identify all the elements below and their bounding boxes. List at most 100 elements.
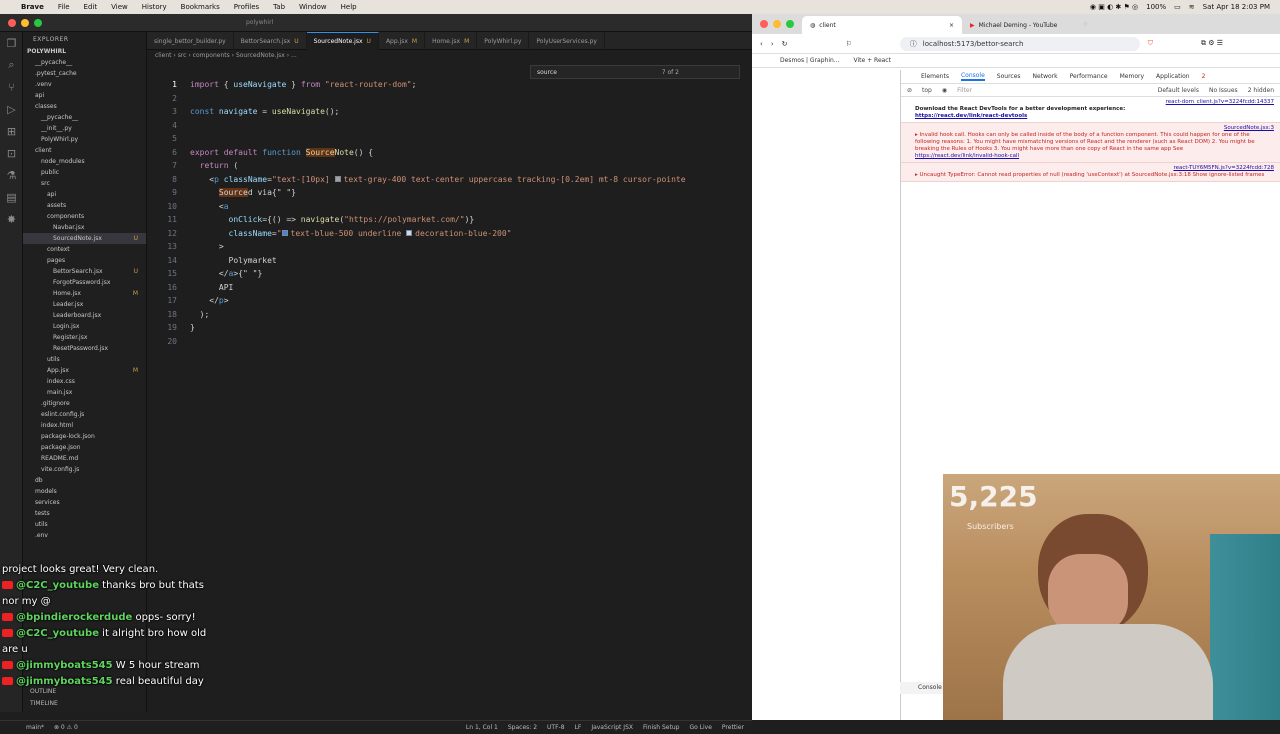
code-line[interactable]: 15 </a>{" "}	[147, 267, 752, 281]
devtools-tab[interactable]: Console	[960, 72, 985, 81]
timeline-section[interactable]: TIMELINE	[30, 700, 58, 707]
code-line[interactable]: 4	[147, 119, 752, 133]
bookmark-icon[interactable]: ⚐	[846, 40, 852, 48]
console-message[interactable]: react-TUY6M5FN.js?v=3224fcdd:728 ▸ Uncaug…	[901, 163, 1280, 182]
tree-item[interactable]: models	[23, 486, 146, 497]
tree-item[interactable]: README.md	[23, 453, 146, 464]
explorer-icon[interactable]: ❐	[0, 32, 23, 54]
devtools-tab[interactable]: Memory	[1120, 73, 1144, 80]
source-control-icon[interactable]: ⑂	[0, 76, 23, 98]
menu-profiles[interactable]: Profiles	[227, 3, 266, 11]
tree-item[interactable]: utils	[23, 519, 146, 530]
line-ending[interactable]: LF	[575, 724, 582, 731]
tree-item[interactable]: classes	[23, 101, 146, 112]
console-source-link[interactable]: SourcedNote.jsx:3	[1224, 125, 1274, 132]
extensions-toolbar-icon[interactable]: ⧉ ⚙ ☰	[1201, 39, 1223, 48]
code-line[interactable]: 20	[147, 335, 752, 349]
tree-item[interactable]: services	[23, 497, 146, 508]
browser-close-button[interactable]	[760, 20, 768, 28]
code-line[interactable]: 13 >	[147, 240, 752, 254]
problems-count[interactable]: ⊗ 0 ⚠ 0	[44, 724, 78, 731]
tree-item[interactable]: index.html	[23, 420, 146, 431]
run-debug-icon[interactable]: ▷	[0, 98, 23, 120]
code-line[interactable]: 19}	[147, 321, 752, 335]
code-line[interactable]: 14 Polymarket	[147, 254, 752, 268]
tree-item[interactable]: public	[23, 167, 146, 178]
extensions-icon[interactable]: ⊞	[0, 120, 23, 142]
tree-item[interactable]: .venv	[23, 79, 146, 90]
battery-icon[interactable]: ▭	[1174, 3, 1181, 11]
menubar-datetime[interactable]: Sat Apr 18 2:03 PM	[1203, 3, 1270, 11]
search-icon[interactable]: ⌕	[0, 54, 23, 76]
url-field[interactable]: ⓘ localhost:5173/bettor-search	[899, 36, 1140, 51]
code-line[interactable]: 10 <a	[147, 200, 752, 214]
prettier[interactable]: Prettier	[722, 724, 744, 731]
zoom-window-button[interactable]	[34, 19, 42, 27]
code-line[interactable]: 17 </p>	[147, 294, 752, 308]
console-doc-link[interactable]: https://react.dev/link/invalid-hook-call	[915, 153, 1019, 159]
language-mode[interactable]: JavaScript JSX	[591, 724, 633, 731]
reload-icon[interactable]: ↻	[782, 40, 788, 48]
tree-item[interactable]: Leader.jsx	[23, 299, 146, 310]
devtools-error-badge[interactable]: 2	[1202, 73, 1206, 80]
status-icons[interactable]: ◉ ▣ ◐ ✱ ⚑ ◎	[1090, 3, 1138, 11]
menu-tab[interactable]: Tab	[266, 3, 292, 11]
bookmark-vite[interactable]: Vite + React	[854, 57, 891, 64]
editor-tab[interactable]: PolyWhirl.py	[477, 32, 530, 50]
filter-input[interactable]: Filter	[957, 87, 1077, 94]
settings-icon[interactable]: ✸	[0, 208, 23, 230]
tree-item[interactable]: src	[23, 178, 146, 189]
console-drawer-tab[interactable]: Console	[900, 682, 943, 694]
editor-tab[interactable]: App.jsx M	[379, 32, 426, 50]
browser-tab-youtube[interactable]: ▶ Michael Deming - YouTube	[962, 16, 1065, 34]
code-line[interactable]: 18 );	[147, 308, 752, 322]
devtools-tab[interactable]: Sources	[997, 73, 1021, 80]
tree-item[interactable]: App.jsx M	[23, 365, 146, 376]
code-line[interactable]: 5	[147, 132, 752, 146]
tree-item[interactable]: context	[23, 244, 146, 255]
finish-setup[interactable]: Finish Setup	[643, 724, 679, 731]
code-line[interactable]: 8 <p className="text-[10px] text-gray-40…	[147, 173, 752, 187]
wifi-icon[interactable]: ≋	[1189, 3, 1195, 11]
menu-help[interactable]: Help	[334, 3, 364, 11]
tree-item[interactable]: main.jsx	[23, 387, 146, 398]
menu-history[interactable]: History	[135, 3, 174, 11]
tree-item[interactable]: api	[23, 90, 146, 101]
menu-file[interactable]: File	[51, 3, 77, 11]
tree-item[interactable]: __pycache__	[23, 57, 146, 68]
app-menu[interactable]: Brave	[14, 3, 51, 11]
tree-item[interactable]: BettorSearch.jsx U	[23, 266, 146, 277]
code-line[interactable]: 16 API	[147, 281, 752, 295]
browser-minimize-button[interactable]	[773, 20, 781, 28]
tree-item[interactable]: components	[23, 211, 146, 222]
docker-icon[interactable]: ▤	[0, 186, 23, 208]
code-line[interactable]: 6 export default function SourceNote() {	[147, 146, 752, 160]
minimize-window-button[interactable]	[21, 19, 29, 27]
brave-shield-icon[interactable]: ⛉	[1148, 39, 1153, 48]
tab-close-icon[interactable]: ×	[949, 22, 954, 29]
code-line[interactable]: 12 className=" text-blue-500 underline de…	[147, 227, 752, 241]
tree-item[interactable]: SourcedNote.jsx U	[23, 233, 146, 244]
go-live[interactable]: Go Live	[689, 724, 711, 731]
indentation[interactable]: Spaces: 2	[508, 724, 537, 731]
outline-section[interactable]: OUTLINE	[30, 688, 56, 695]
menu-edit[interactable]: Edit	[77, 3, 105, 11]
bookmark-desmos[interactable]: Desmos | Graphin...	[780, 57, 840, 64]
editor-tab[interactable]: BettorSearch.jsx U	[234, 32, 307, 50]
devtools-tab[interactable]: Application	[1156, 73, 1190, 80]
breadcrumb[interactable]: client › src › components › SourcedNote.…	[155, 52, 297, 59]
cursor-position[interactable]: Ln 1, Col 1	[466, 724, 498, 731]
menu-bookmarks[interactable]: Bookmarks	[174, 3, 227, 11]
editor-tab[interactable]: Home.jsx M	[425, 32, 478, 50]
devtools-tab[interactable]: Elements	[921, 73, 949, 80]
eye-icon[interactable]: ◉	[942, 87, 947, 94]
tree-item[interactable]: .pytest_cache	[23, 68, 146, 79]
tree-item[interactable]: assets	[23, 200, 146, 211]
tree-item[interactable]: node_modules	[23, 156, 146, 167]
git-branch[interactable]: main*	[0, 724, 44, 731]
tree-item[interactable]: package.json	[23, 442, 146, 453]
remote-icon[interactable]: ⊡	[0, 142, 23, 164]
project-folder[interactable]: POLYWHIRL	[23, 46, 146, 57]
console-doc-link[interactable]: https://react.dev/link/react-devtools	[915, 113, 1027, 119]
code-line[interactable]: 9 Sourced via{" "}	[147, 186, 752, 200]
